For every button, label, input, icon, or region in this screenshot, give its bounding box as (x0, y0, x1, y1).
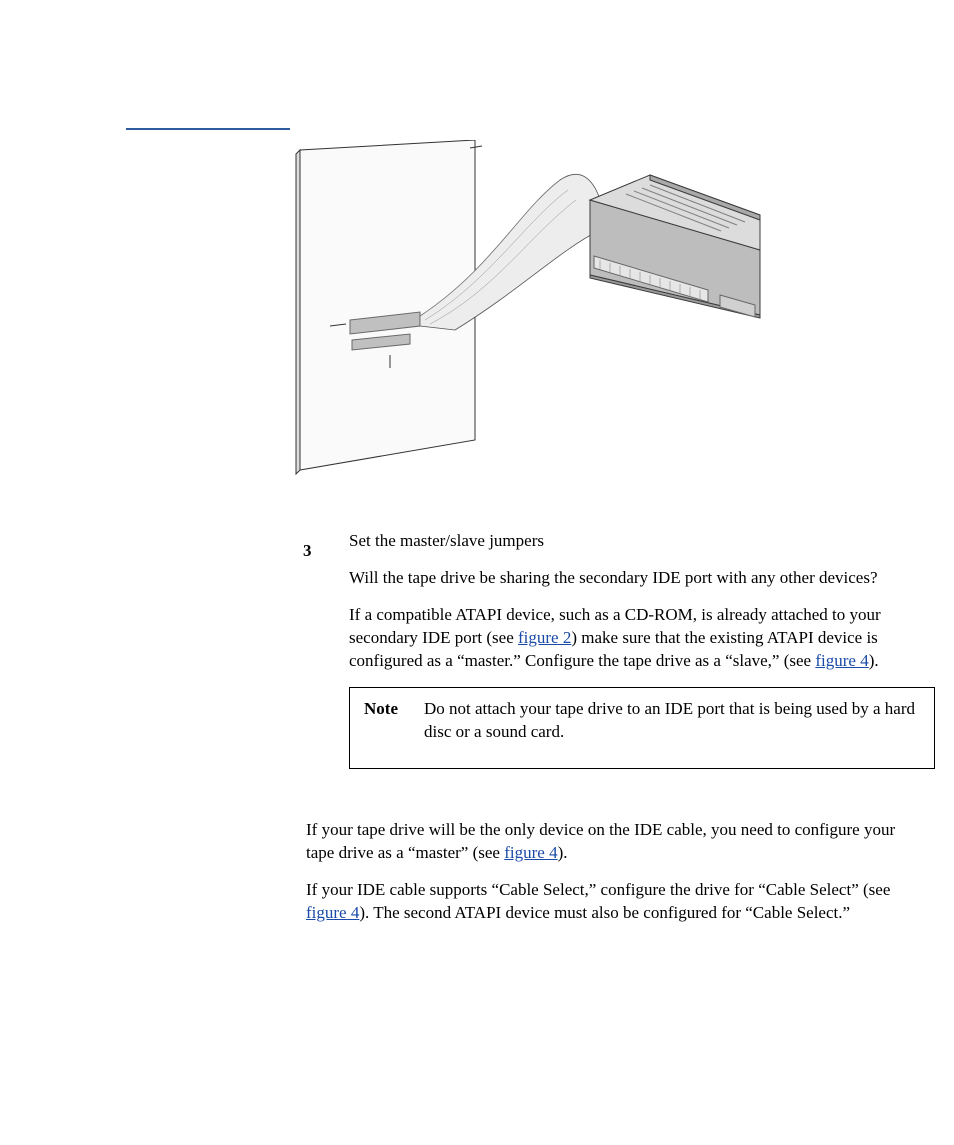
para-cable-select: If your IDE cable supports “Cable Select… (306, 879, 904, 925)
para-atapi-config: If a compatible ATAPI device, such as a … (349, 604, 904, 673)
link-figure-4-b[interactable]: figure 4 (504, 843, 557, 862)
step-question: Will the tape drive be sharing the secon… (349, 567, 904, 590)
text-span: ). (869, 651, 879, 670)
text-span: ). The second ATAPI device must also be … (359, 903, 850, 922)
link-figure-4-a[interactable]: figure 4 (815, 651, 868, 670)
installation-figure (290, 140, 765, 475)
note-box: Note Do not attach your tape drive to an… (349, 687, 935, 769)
note-label: Note (364, 698, 424, 758)
text-span: ). (558, 843, 568, 862)
step-title: Set the master/slave jumpers (349, 530, 904, 553)
text-span: If your tape drive will be the only devi… (306, 820, 895, 862)
note-text: Do not attach your tape drive to an IDE … (424, 698, 920, 744)
para-only-device: If your tape drive will be the only devi… (306, 819, 904, 865)
text-span: If your IDE cable supports “Cable Select… (306, 880, 890, 899)
link-figure-2[interactable]: figure 2 (518, 628, 571, 647)
link-figure-4-c[interactable]: figure 4 (306, 903, 359, 922)
header-rule (126, 128, 290, 130)
step-number: 3 (303, 540, 312, 563)
